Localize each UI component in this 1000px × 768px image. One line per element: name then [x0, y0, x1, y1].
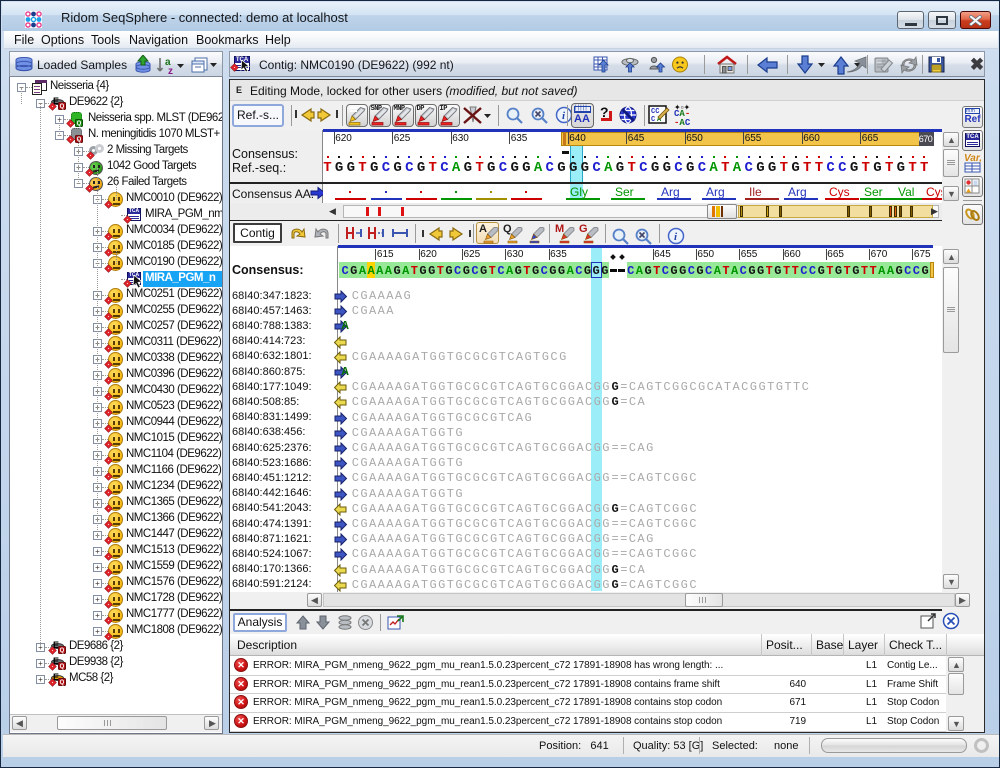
svg-text:CC: CC: [651, 108, 659, 116]
svg-text:z: z: [168, 66, 173, 76]
svg-text:C: C: [651, 116, 655, 124]
